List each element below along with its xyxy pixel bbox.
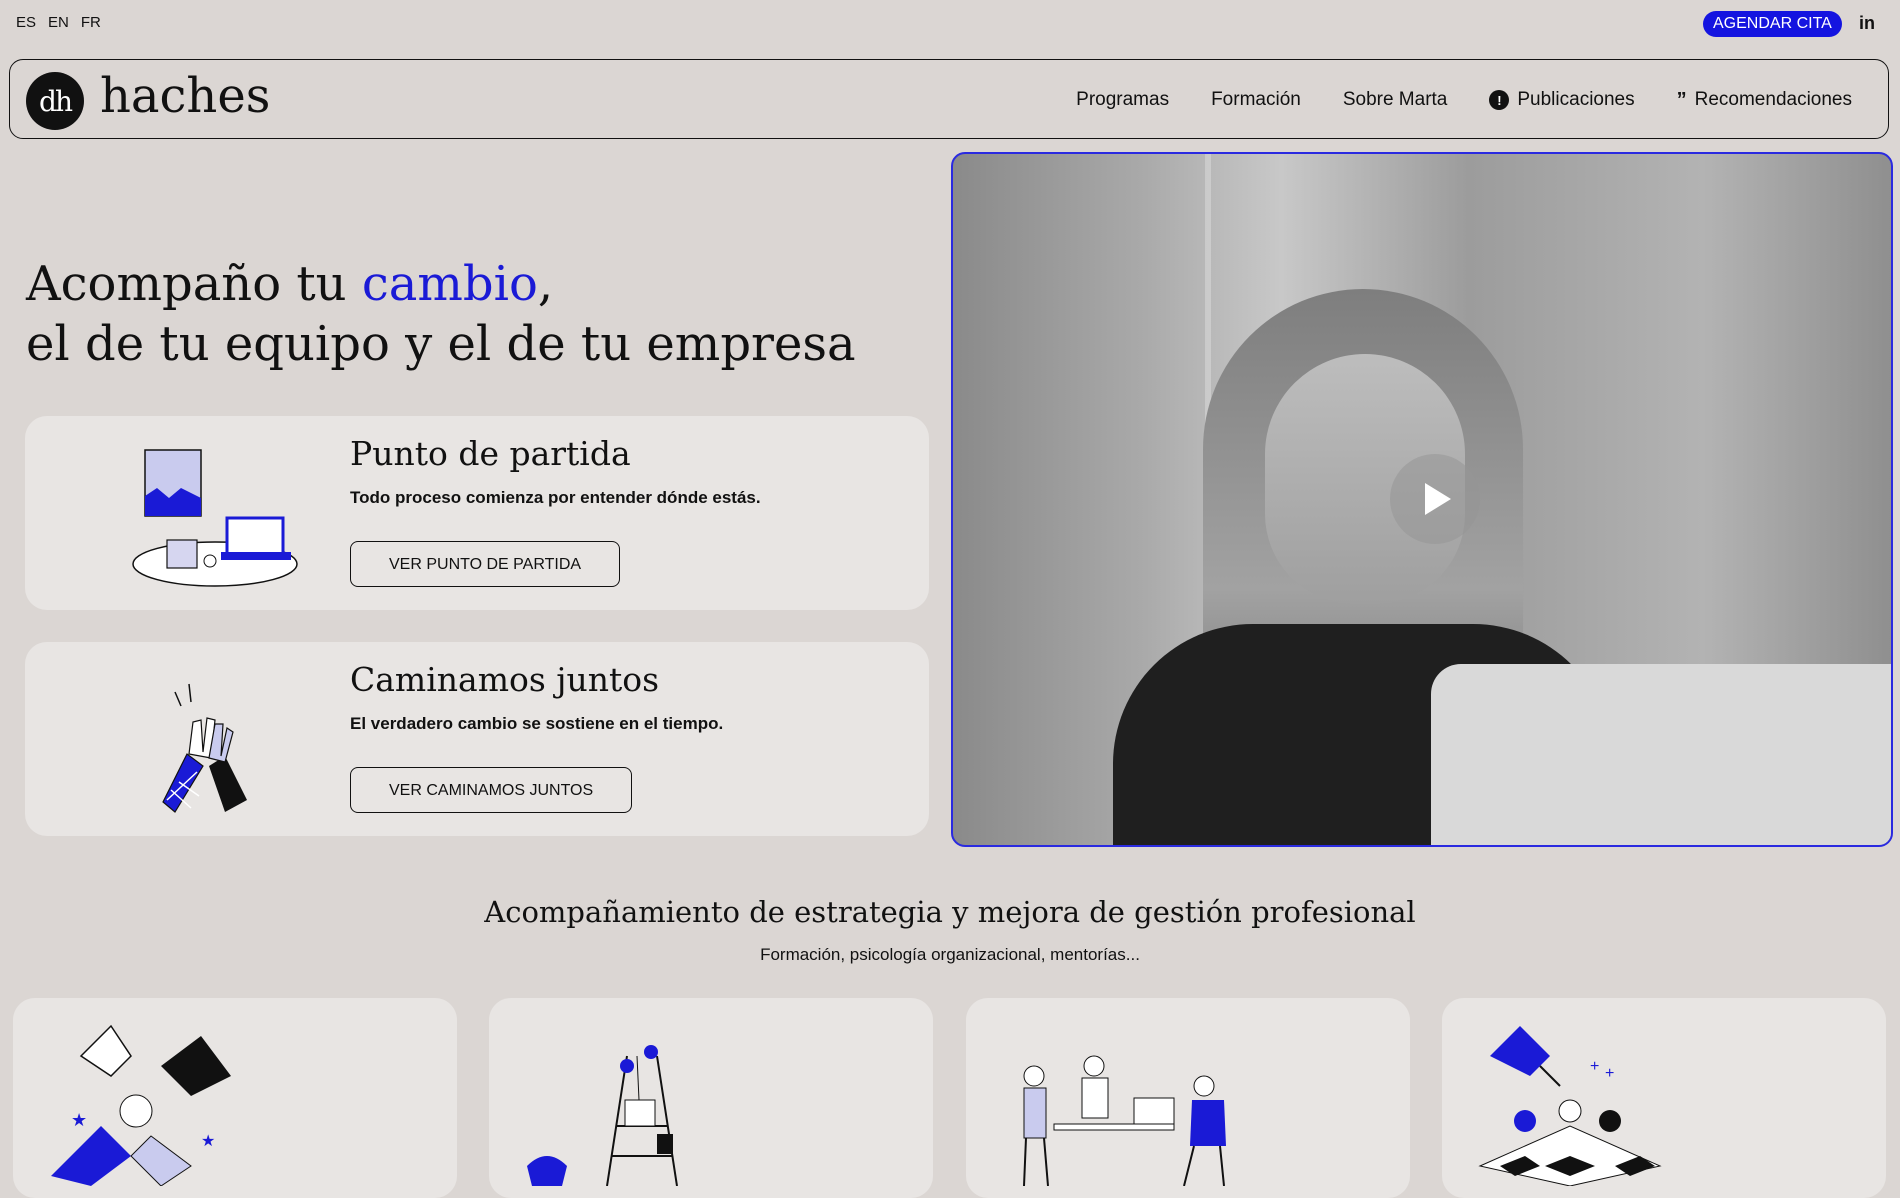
hero-accent-word: cambio: [361, 256, 538, 312]
nav-programas[interactable]: Programas: [1076, 89, 1169, 111]
svg-text:★: ★: [71, 1110, 87, 1130]
nav-formacion[interactable]: Formación: [1211, 89, 1301, 111]
main-header: dh haches Programas Formación Sobre Mart…: [9, 59, 1889, 139]
nav-label: Programas: [1076, 89, 1170, 110]
plant-shelf-illustration-icon: [527, 1045, 678, 1186]
team-meeting-illustration-icon: [1023, 1055, 1226, 1186]
main-nav: Programas Formación Sobre Marta ! Public…: [1076, 60, 1852, 140]
high-five-illustration-icon: [162, 683, 247, 813]
nav-recomendaciones[interactable]: ” Recomendaciones: [1677, 89, 1852, 112]
hero-title: Acompaño tu cambio, el de tu equipo y el…: [26, 254, 856, 374]
card-punto-de-partida: Punto de partida Todo proceso comienza p…: [25, 416, 929, 610]
service-tile[interactable]: [489, 998, 933, 1198]
play-icon[interactable]: [1390, 454, 1480, 544]
hero-line1-pre: Acompaño tu: [26, 256, 362, 312]
hands-together-illustration-icon: ★ ★: [51, 1024, 231, 1186]
svg-text:★: ★: [201, 1133, 215, 1150]
ver-punto-de-partida-button[interactable]: VER PUNTO DE PARTIDA: [350, 541, 621, 587]
service-tile[interactable]: + +: [1442, 998, 1886, 1198]
section-subtitle: Formación, psicología organizacional, me…: [760, 945, 1140, 964]
nav-sobre-marta[interactable]: Sobre Marta: [1343, 89, 1448, 111]
service-tile[interactable]: [966, 998, 1410, 1198]
nav-label: Recomendaciones: [1694, 89, 1852, 110]
card-title: Punto de partida: [350, 434, 631, 473]
service-tile[interactable]: ★ ★: [13, 998, 457, 1198]
chess-strategy-illustration-icon: + +: [1478, 1026, 1662, 1186]
nav-label: Publicaciones: [1517, 89, 1635, 110]
video-frame-detail: [1431, 664, 1891, 845]
hero-line1-post: ,: [537, 256, 554, 312]
quote-icon: ”: [1676, 88, 1687, 111]
nav-label: Formación: [1211, 89, 1301, 110]
svg-text:+: +: [1605, 1065, 1614, 1082]
intro-video[interactable]: [951, 152, 1893, 847]
card-title: Caminamos juntos: [350, 660, 660, 699]
language-switcher: ES EN FR: [16, 14, 101, 31]
logo-mark[interactable]: dh: [26, 72, 84, 130]
svg-text:+: +: [1590, 1058, 1599, 1075]
lang-en[interactable]: EN: [48, 14, 69, 31]
section-title: Acompañamiento de estrategia y mejora de…: [484, 895, 1416, 929]
book-appointment-button[interactable]: AGENDAR CITA: [1703, 11, 1842, 37]
linkedin-icon[interactable]: in: [1859, 13, 1875, 34]
ver-caminamos-juntos-button[interactable]: VER CAMINAMOS JUNTOS: [350, 767, 633, 813]
lang-fr[interactable]: FR: [81, 14, 101, 31]
nav-publicaciones[interactable]: ! Publicaciones: [1489, 89, 1635, 111]
nav-label: Sobre Marta: [1342, 89, 1448, 110]
desk-illustration-icon: [132, 449, 298, 587]
card-description: Todo proceso comienza por entender dónde…: [350, 488, 761, 507]
alert-badge-icon: !: [1489, 90, 1510, 110]
lang-es[interactable]: ES: [16, 14, 36, 31]
card-description: El verdadero cambio se sostiene en el ti…: [350, 714, 724, 733]
hero-line2: el de tu equipo y el de tu empresa: [26, 316, 856, 372]
logo-text[interactable]: haches: [100, 68, 270, 124]
card-caminamos-juntos: Caminamos juntos El verdadero cambio se …: [25, 642, 929, 836]
